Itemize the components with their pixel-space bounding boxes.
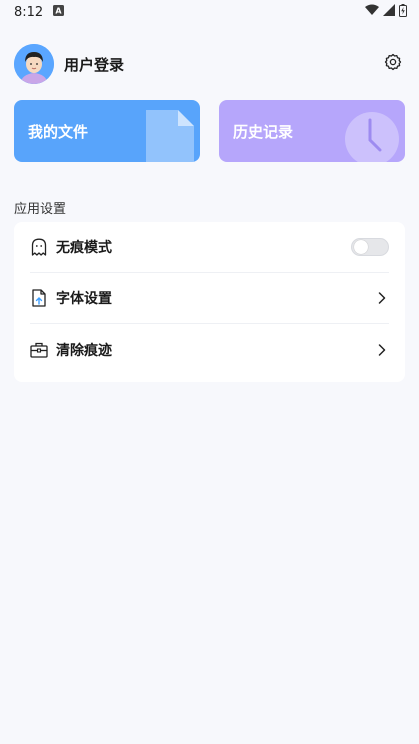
incognito-mode-label: 无痕模式 xyxy=(56,240,112,256)
app-settings-title: 应用设置 xyxy=(14,202,67,217)
ghost-icon xyxy=(30,238,48,256)
status-time: 8:12 xyxy=(14,4,44,20)
login-label[interactable]: 用户登录 xyxy=(64,54,124,75)
chevron-right-icon[interactable] xyxy=(375,343,389,357)
gear-icon xyxy=(384,53,402,75)
header: 用户登录 xyxy=(14,44,405,84)
clear-traces-label: 清除痕迹 xyxy=(56,342,112,359)
signal-icon xyxy=(383,4,395,20)
avatar[interactable] xyxy=(14,44,54,84)
font-settings-label: 字体设置 xyxy=(56,291,112,307)
document-icon xyxy=(146,110,194,162)
svg-text:A: A xyxy=(56,6,63,15)
settings-list: 无痕模式 字体设置 清除痕迹 xyxy=(14,222,405,382)
wifi-icon xyxy=(365,4,379,20)
chevron-right-icon[interactable] xyxy=(375,291,389,305)
notification-a-icon: A xyxy=(53,4,65,20)
my-files-card[interactable]: 我的文件 xyxy=(14,100,200,162)
profile-login[interactable]: 用户登录 xyxy=(14,44,124,84)
incognito-mode-row[interactable]: 无痕模式 xyxy=(30,222,389,273)
incognito-toggle[interactable] xyxy=(351,238,389,256)
my-files-label: 我的文件 xyxy=(28,122,89,141)
status-bar: 8:12 A xyxy=(0,0,419,24)
font-settings-row[interactable]: 字体设置 xyxy=(30,273,389,324)
toolbox-icon xyxy=(30,341,48,359)
clear-traces-row[interactable]: 清除痕迹 xyxy=(30,324,389,375)
clock-icon xyxy=(343,110,399,162)
settings-button[interactable] xyxy=(381,52,405,76)
history-card[interactable]: 历史记录 xyxy=(219,100,405,162)
toggle-knob xyxy=(354,240,368,254)
font-file-icon xyxy=(30,289,48,307)
quick-cards: 我的文件 历史记录 xyxy=(14,100,405,162)
battery-icon xyxy=(399,3,407,21)
history-label: 历史记录 xyxy=(233,122,294,141)
